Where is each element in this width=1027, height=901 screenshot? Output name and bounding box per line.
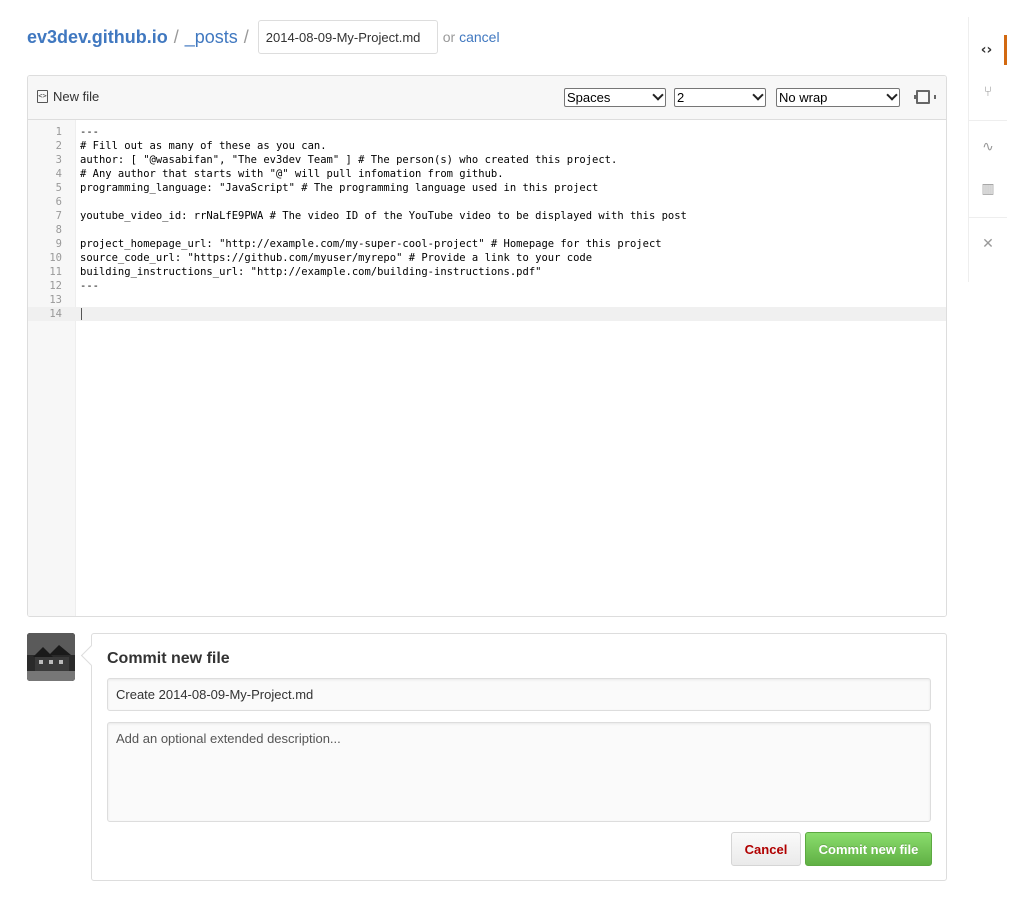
indent-size-select[interactable]: 2 — [674, 88, 766, 107]
line-number: 8 — [55, 224, 62, 236]
commit-new-file-button[interactable]: Commit new file — [805, 832, 932, 866]
chevron-down-icon — [886, 89, 898, 101]
folder-link[interactable]: _posts — [185, 27, 238, 48]
text-cursor — [81, 308, 82, 320]
line-text: --- — [80, 126, 99, 138]
code-line[interactable]: 11 building_instructions_url: "http://exa… — [28, 265, 946, 279]
code-line[interactable]: 2 # Fill out as many of these as you can. — [28, 139, 946, 153]
chevron-down-icon — [752, 89, 764, 101]
fullscreen-icon[interactable] — [914, 90, 936, 104]
sidebar-divider — [969, 217, 1007, 218]
code-lines[interactable]: 1 --- 2 # Fill out as many of these as you… — [28, 125, 946, 321]
commit-form: Commit new file Create 2014-08-09-My-Pro… — [91, 633, 947, 881]
breadcrumb-separator: / — [173, 26, 179, 47]
code-line-active[interactable]: 14 — [28, 307, 946, 321]
file-editor: <> New file Spaces 2 No wrap 1 --- 2 # Fil… — [27, 75, 947, 617]
filename-input[interactable] — [257, 20, 438, 54]
new-file-tab[interactable]: <> New file — [37, 89, 99, 104]
repo-link[interactable]: ev3dev.github.io — [27, 27, 168, 48]
line-number: 10 — [49, 252, 62, 264]
line-text: author: [ "@wasabifan", "The ev3dev Team… — [80, 154, 618, 166]
line-number: 11 — [49, 266, 62, 278]
line-text: building_instructions_url: "http://examp… — [80, 266, 542, 278]
commit-summary-input[interactable]: Create 2014-08-09-My-Project.md — [107, 678, 931, 711]
code-line[interactable]: 8 — [28, 223, 946, 237]
line-text: programming_language: "JavaScript" # The… — [80, 182, 599, 194]
cancel-button[interactable]: Cancel — [731, 832, 801, 866]
line-number: 9 — [55, 238, 62, 250]
code-line[interactable]: 1 --- — [28, 125, 946, 139]
line-number: 5 — [55, 182, 62, 194]
code-line[interactable]: 7 youtube_video_id: rrNaLfE9PWA # The vid… — [28, 209, 946, 223]
file-code-icon: <> — [37, 90, 48, 103]
line-number: 7 — [55, 210, 62, 222]
indent-size-value: 2 — [677, 90, 685, 105]
code-area[interactable]: 1 --- 2 # Fill out as many of these as you… — [28, 120, 946, 616]
code-line[interactable]: 6 — [28, 195, 946, 209]
breadcrumb: ev3dev.github.io / _posts / or cancel — [27, 20, 500, 54]
indent-mode-value: Spaces — [567, 90, 611, 105]
pulse-icon[interactable]: ∿ — [969, 132, 1007, 162]
or-text: or — [442, 29, 456, 45]
wrap-mode-select[interactable]: No wrap — [776, 88, 900, 107]
line-text: project_homepage_url: "http://example.co… — [80, 238, 662, 250]
avatar — [27, 633, 75, 681]
code-line[interactable]: 5 programming_language: "JavaScript" # Th… — [28, 181, 946, 195]
cancel-link[interactable]: cancel — [459, 29, 499, 45]
line-text: --- — [80, 280, 99, 292]
code-line[interactable]: 10 source_code_url: "https://github.com/m… — [28, 251, 946, 265]
wrap-mode-value: No wrap — [779, 90, 828, 105]
line-number: 2 — [55, 140, 62, 152]
breadcrumb-separator: / — [243, 26, 249, 47]
repo-sidebar: ‹› ⑂ ∿ ▥ ✕ — [968, 17, 1008, 282]
editor-toolbar: <> New file Spaces 2 No wrap — [28, 76, 946, 120]
commit-title: Commit new file — [107, 650, 230, 667]
commit-description-textarea[interactable]: Add an optional extended description... — [107, 722, 931, 822]
code-line[interactable]: 3 author: [ "@wasabifan", "The ev3dev Tea… — [28, 153, 946, 167]
line-text: source_code_url: "https://github.com/myu… — [80, 252, 593, 264]
pull-request-icon[interactable]: ⑂ — [969, 77, 1007, 107]
code-line[interactable]: 9 project_homepage_url: "http://example.c… — [28, 237, 946, 251]
code-icon[interactable]: ‹› — [969, 35, 1007, 65]
line-text: # Fill out as many of these as you can. — [80, 140, 327, 152]
new-file-label: New file — [53, 89, 100, 104]
line-text: # Any author that starts with "@" will p… — [80, 168, 504, 180]
chevron-down-icon — [652, 89, 664, 101]
line-number: 12 — [49, 280, 62, 292]
line-number: 6 — [55, 196, 62, 208]
code-line[interactable]: 4 # Any author that starts with "@" will … — [28, 167, 946, 181]
code-line[interactable]: 12 --- — [28, 279, 946, 293]
line-number: 13 — [49, 294, 62, 306]
code-line[interactable]: 13 — [28, 293, 946, 307]
line-number: 4 — [55, 168, 62, 180]
line-text: youtube_video_id: rrNaLfE9PWA # The vide… — [80, 210, 687, 222]
or-cancel: or cancel — [443, 29, 500, 45]
sidebar-divider — [969, 120, 1007, 121]
line-number: 14 — [49, 308, 62, 320]
line-number: 1 — [55, 126, 62, 138]
graph-icon[interactable]: ▥ — [969, 174, 1007, 204]
settings-icon[interactable]: ✕ — [969, 229, 1007, 259]
indent-mode-select[interactable]: Spaces — [564, 88, 666, 107]
line-number: 3 — [55, 154, 62, 166]
